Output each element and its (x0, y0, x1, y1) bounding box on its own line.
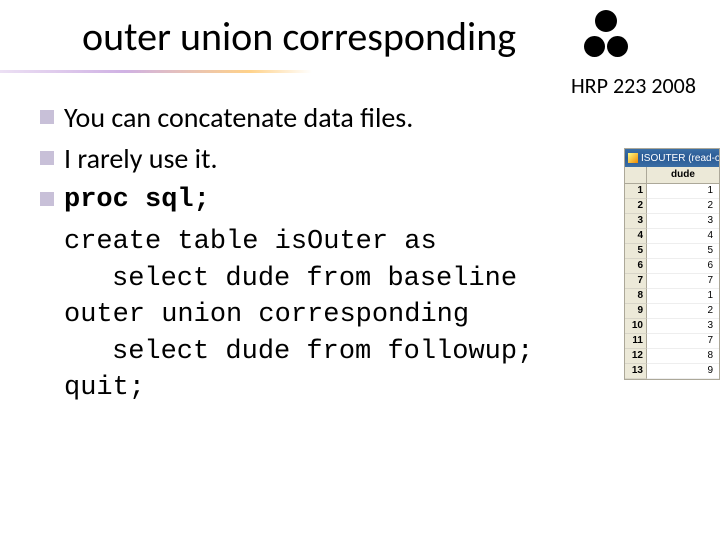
bullet-icon (40, 151, 54, 165)
row-number: 6 (625, 259, 647, 274)
bullet-text: I rarely use it. (64, 141, 218, 176)
cell-value: 3 (647, 214, 719, 229)
code-line: select dude from followup; (64, 334, 510, 370)
sas-window-icon (628, 153, 638, 163)
sas-window-title: ISOUTER (read-o (641, 153, 719, 164)
code-line: quit; (64, 370, 510, 406)
code-line: proc sql; (64, 182, 210, 218)
table-row: 66 (625, 259, 719, 274)
row-number: 12 (625, 349, 647, 364)
cell-value: 7 (647, 274, 719, 289)
code-line: outer union corresponding (64, 297, 510, 333)
table-row: 81 (625, 289, 719, 304)
bullet-item: You can concatenate data files. (40, 100, 510, 135)
row-number: 3 (625, 214, 647, 229)
logo-icon (584, 8, 628, 64)
table-row: 128 (625, 349, 719, 364)
sas-viewtable-window: ISOUTER (read-o dude 1122334455667781921… (624, 148, 720, 380)
cell-value: 6 (647, 259, 719, 274)
table-row: 139 (625, 364, 719, 379)
bullet-item: I rarely use it. (40, 141, 510, 176)
bullet-item: proc sql; (40, 182, 510, 218)
bullet-icon (40, 192, 54, 206)
code-line: create table isOuter as (64, 224, 510, 260)
cell-value: 3 (647, 319, 719, 334)
row-number: 10 (625, 319, 647, 334)
cell-value: 1 (647, 184, 719, 199)
table-row: 44 (625, 229, 719, 244)
cell-value: 2 (647, 199, 719, 214)
table-row: 33 (625, 214, 719, 229)
sas-column-header: dude (647, 167, 719, 183)
table-row: 117 (625, 334, 719, 349)
hrp-label: HRP 223 2008 (571, 72, 696, 99)
bullet-text: You can concatenate data files. (64, 100, 413, 135)
cell-value: 7 (647, 334, 719, 349)
table-row: 55 (625, 244, 719, 259)
row-number: 9 (625, 304, 647, 319)
cell-value: 1 (647, 289, 719, 304)
table-row: 22 (625, 199, 719, 214)
cell-value: 5 (647, 244, 719, 259)
row-number: 11 (625, 334, 647, 349)
decor-line (0, 62, 312, 80)
slide-title: outer union corresponding (82, 12, 516, 61)
table-row: 11 (625, 184, 719, 199)
table-row: 92 (625, 304, 719, 319)
table-row: 77 (625, 274, 719, 289)
row-number: 1 (625, 184, 647, 199)
cell-value: 9 (647, 364, 719, 379)
table-row: 103 (625, 319, 719, 334)
row-number: 4 (625, 229, 647, 244)
sas-column-header-row: dude (625, 167, 719, 184)
cell-value: 4 (647, 229, 719, 244)
cell-value: 8 (647, 349, 719, 364)
sas-rownum-header (625, 167, 647, 183)
code-line: select dude from baseline (64, 261, 510, 297)
row-number: 5 (625, 244, 647, 259)
row-number: 8 (625, 289, 647, 304)
row-number: 2 (625, 199, 647, 214)
sas-titlebar: ISOUTER (read-o (625, 149, 719, 167)
content-area: You can concatenate data files. I rarely… (40, 100, 510, 407)
row-number: 7 (625, 274, 647, 289)
cell-value: 2 (647, 304, 719, 319)
row-number: 13 (625, 364, 647, 379)
bullet-icon (40, 110, 54, 124)
